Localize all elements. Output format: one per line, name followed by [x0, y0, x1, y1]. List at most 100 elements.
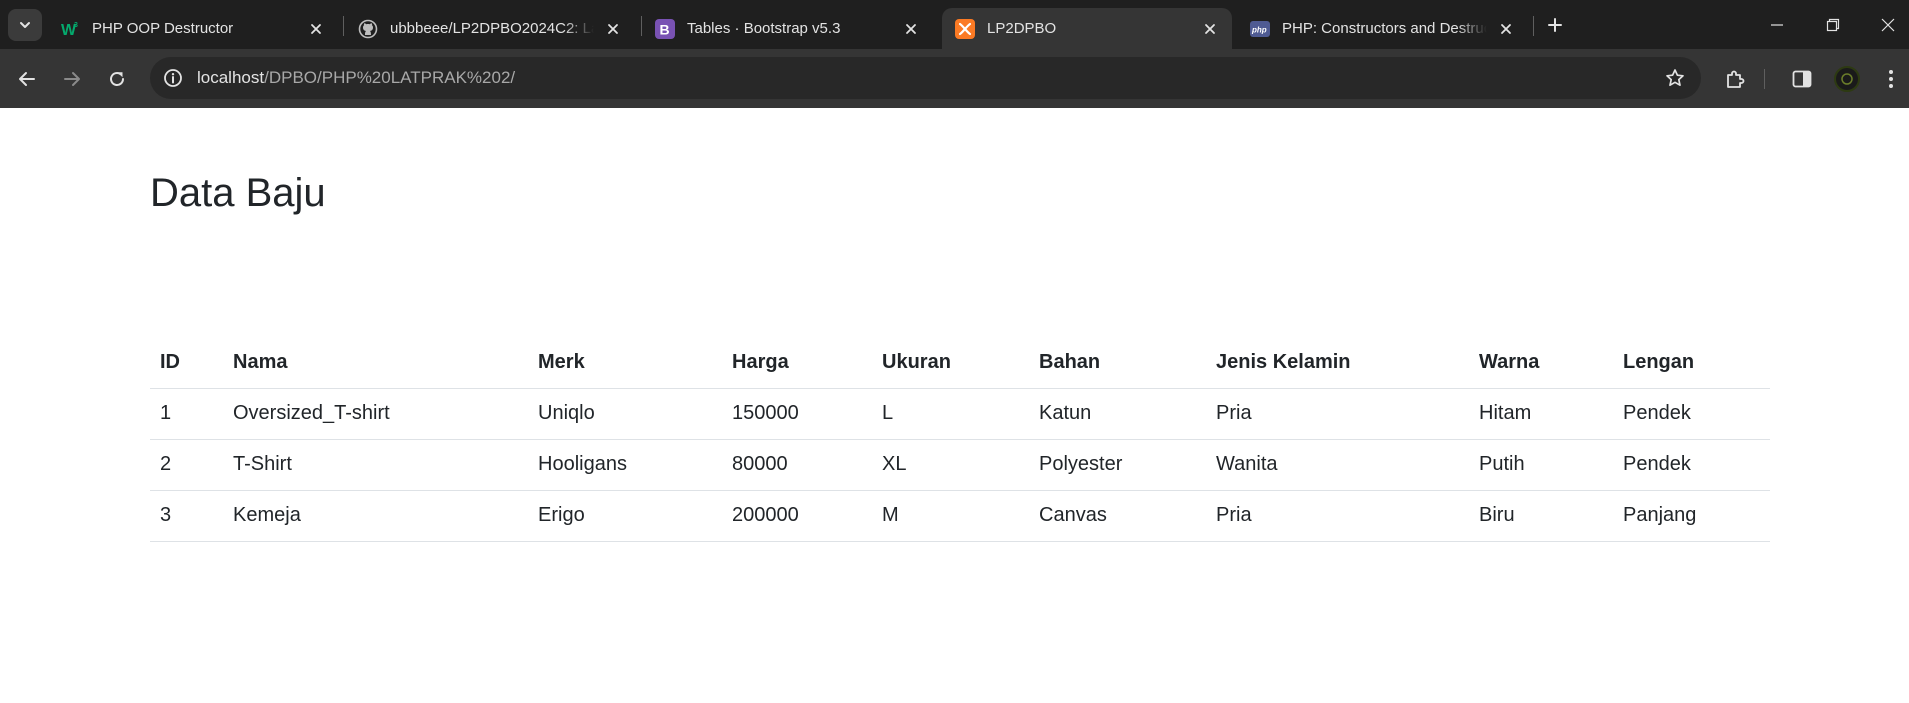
w3schools-icon: W3	[60, 19, 80, 39]
profile-button[interactable]	[1830, 62, 1864, 96]
svg-text:B: B	[660, 21, 670, 37]
tab-separator	[1533, 16, 1534, 36]
table-cell: 150000	[722, 388, 872, 440]
column-header-nama: Nama	[223, 337, 528, 389]
table-row: 2 T-Shirt Hooligans 80000 XL Polyester W…	[150, 439, 1770, 491]
reload-button[interactable]	[100, 62, 134, 96]
tab-strip: W3 PHP OOP Destructor ubbbeee/LP2DPBO202…	[0, 0, 1909, 49]
tab-bootstrap-tables[interactable]: B Tables · Bootstrap v5.3	[642, 8, 933, 49]
table-cell: Wanita	[1206, 439, 1469, 491]
tab-php-oop-destructor[interactable]: W3 PHP OOP Destructor	[47, 8, 338, 49]
column-header-id: ID	[150, 337, 223, 389]
table-cell: Canvas	[1029, 490, 1206, 542]
table-cell: Hooligans	[528, 439, 722, 491]
table-cell: 2	[150, 439, 223, 491]
column-header-harga: Harga	[722, 337, 872, 389]
close-icon[interactable]	[898, 16, 924, 42]
column-header-merk: Merk	[528, 337, 722, 389]
tab-title: ubbbeee/LP2DPBO2024C2: Latihan	[390, 20, 594, 37]
github-icon	[358, 19, 378, 39]
arrow-left-icon	[19, 72, 35, 86]
close-icon	[1881, 18, 1894, 31]
table-cell: L	[872, 388, 1029, 440]
tab-title: PHP OOP Destructor	[92, 20, 234, 37]
svg-text:php: php	[1251, 25, 1267, 34]
address-url: localhost/DPBO/PHP%20LATPRAK%202/	[197, 68, 515, 88]
column-header-warna: Warna	[1469, 337, 1613, 389]
page-title: Data Baju	[150, 171, 326, 215]
more-vertical-icon	[1889, 70, 1893, 88]
bootstrap-icon: B	[655, 18, 675, 39]
tab-php-constructors[interactable]: php PHP: Constructors and Destructors	[1237, 8, 1528, 49]
table-cell: 200000	[722, 490, 872, 542]
url-path: /DPBO/PHP%20LATPRAK%202/	[264, 68, 516, 87]
table-cell: 1	[150, 388, 223, 440]
tab-separator	[343, 16, 344, 36]
back-button[interactable]	[10, 62, 44, 96]
url-host: localhost	[197, 68, 265, 87]
minimize-button[interactable]	[1752, 0, 1802, 49]
table-cell: Pria	[1206, 490, 1469, 542]
address-bar[interactable]: localhost/DPBO/PHP%20LATPRAK%202/	[150, 57, 1701, 99]
tab-title: Tables · Bootstrap v5.3	[687, 20, 841, 37]
column-header-lengan: Lengan	[1613, 337, 1770, 389]
table-cell: Pendek	[1613, 388, 1770, 440]
svg-text:3: 3	[74, 22, 78, 29]
arrow-right-icon	[64, 72, 80, 86]
table-cell: Putih	[1469, 439, 1613, 491]
table-cell: Erigo	[528, 490, 722, 542]
data-table: ID Nama Merk Harga Ukuran Bahan Jenis Ke…	[150, 337, 1770, 542]
reload-icon	[110, 72, 124, 86]
close-icon[interactable]	[303, 16, 329, 42]
minimize-icon	[1771, 23, 1783, 26]
close-icon[interactable]	[1197, 16, 1223, 42]
puzzle-icon	[1727, 70, 1745, 88]
table-cell: Polyester	[1029, 439, 1206, 491]
table-header-row: ID Nama Merk Harga Ukuran Bahan Jenis Ke…	[150, 337, 1770, 389]
tab-title: LP2DPBO	[987, 20, 1057, 37]
browser-toolbar: localhost/DPBO/PHP%20LATPRAK%202/	[0, 49, 1909, 108]
table-cell: Uniqlo	[528, 388, 722, 440]
plus-icon	[1548, 18, 1562, 32]
close-icon[interactable]	[1493, 16, 1519, 42]
table-row: 3 Kemeja Erigo 200000 M Canvas Pria Biru…	[150, 490, 1770, 542]
table-cell: Katun	[1029, 388, 1206, 440]
close-icon[interactable]	[600, 16, 626, 42]
tab-search-button[interactable]	[8, 9, 42, 41]
table-cell: Pendek	[1613, 439, 1770, 491]
table-cell: Hitam	[1469, 388, 1613, 440]
restore-icon	[1826, 18, 1840, 31]
restore-button[interactable]	[1808, 0, 1858, 49]
tab-github-repo[interactable]: ubbbeee/LP2DPBO2024C2: Latihan	[345, 8, 635, 49]
table-cell: XL	[872, 439, 1029, 491]
table-cell: Oversized_T-shirt	[223, 388, 528, 440]
chevron-down-icon	[20, 22, 30, 28]
xampp-icon	[955, 18, 975, 39]
close-window-button[interactable]	[1866, 0, 1909, 49]
table-cell: M	[872, 490, 1029, 542]
table-cell: Panjang	[1613, 490, 1770, 542]
tab-title: PHP: Constructors and Destructors	[1282, 20, 1487, 37]
extensions-button[interactable]	[1718, 62, 1752, 96]
table-cell: 80000	[722, 439, 872, 491]
site-info-icon[interactable]	[161, 66, 185, 90]
column-header-ukuran: Ukuran	[872, 337, 1029, 389]
bookmark-star-icon[interactable]	[1663, 66, 1687, 90]
table-row: 1 Oversized_T-shirt Uniqlo 150000 L Katu…	[150, 388, 1770, 440]
table-cell: 3	[150, 490, 223, 542]
forward-button[interactable]	[55, 62, 89, 96]
menu-button[interactable]	[1874, 62, 1908, 96]
side-panel-button[interactable]	[1785, 62, 1819, 96]
table-cell: Pria	[1206, 388, 1469, 440]
tab-lp2dpbo[interactable]: LP2DPBO	[942, 8, 1232, 49]
toolbar-divider	[1764, 69, 1765, 89]
new-tab-button[interactable]	[1541, 11, 1569, 39]
column-header-bahan: Bahan	[1029, 337, 1206, 389]
avatar	[1834, 66, 1860, 92]
side-panel-icon	[1792, 70, 1812, 88]
table-cell: T-Shirt	[223, 439, 528, 491]
table-cell: Kemeja	[223, 490, 528, 542]
column-header-jenis-kelamin: Jenis Kelamin	[1206, 337, 1469, 389]
table-cell: Biru	[1469, 490, 1613, 542]
php-icon: php	[1250, 19, 1270, 39]
